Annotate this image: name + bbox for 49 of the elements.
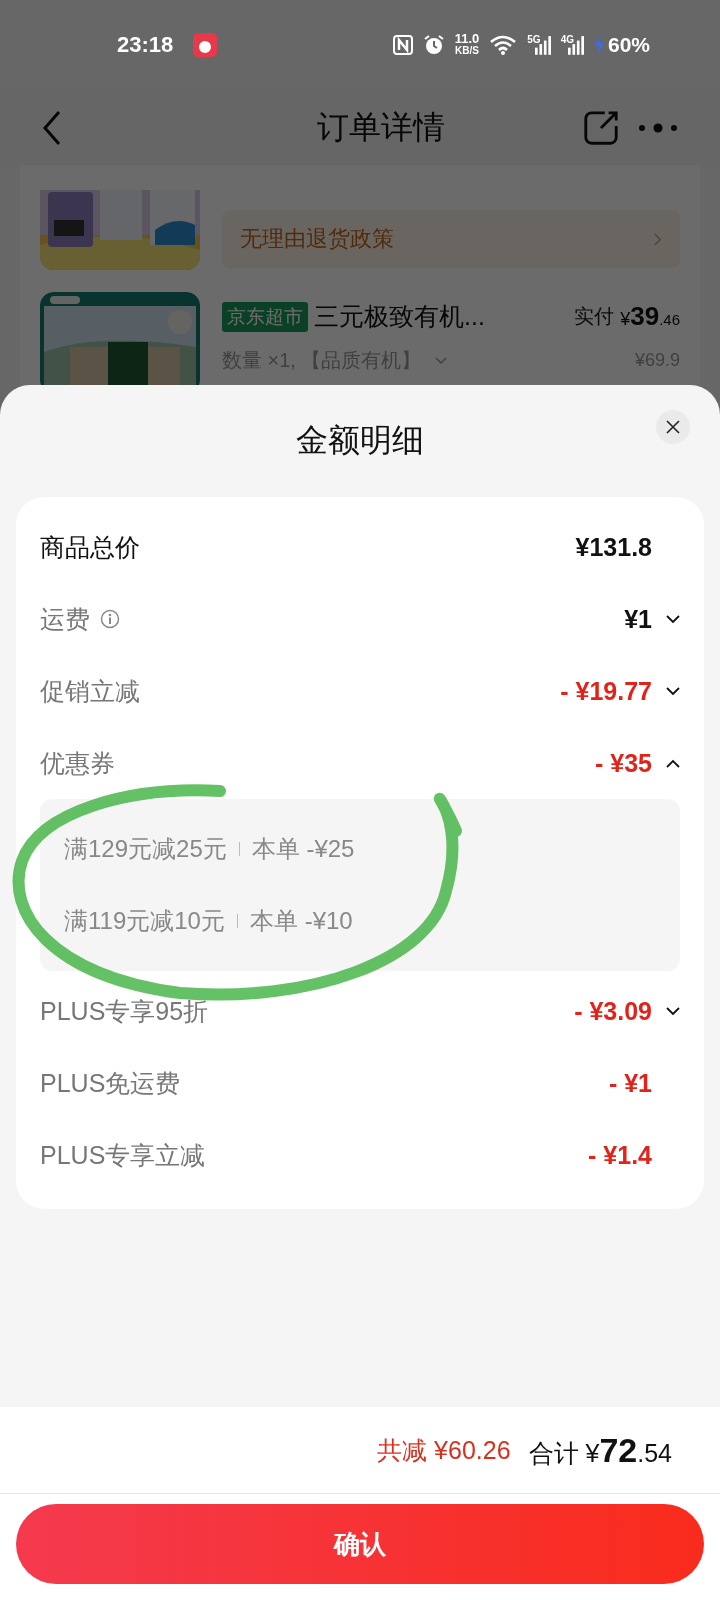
- amount-label: 优惠券: [40, 747, 115, 779]
- network-type: 4G: [560, 34, 574, 45]
- product-name[interactable]: 三元极致有机...: [314, 300, 569, 333]
- speed-unit: KB/S: [455, 45, 479, 57]
- caret-down-icon[interactable]: [666, 686, 680, 696]
- battery-level: 60%: [607, 33, 650, 57]
- app-notification-icon: [193, 33, 218, 57]
- close-button[interactable]: [656, 410, 690, 444]
- order-total: 合计 ¥72.54: [528, 1430, 672, 1470]
- amount-label: PLUS专享立减: [40, 1139, 206, 1171]
- chevron-right-icon: [653, 231, 662, 247]
- caret-down-icon[interactable]: [666, 1006, 680, 1016]
- caret-down-icon[interactable]: [666, 614, 680, 624]
- total-savings: 共减 ¥60.26: [377, 1434, 511, 1466]
- alarm-icon: [422, 34, 445, 56]
- page-title: 订单详情: [317, 107, 445, 147]
- network-speed: 11.0: [454, 33, 480, 45]
- paid-price: ¥39.46: [620, 301, 680, 332]
- paid-label: 实付: [574, 304, 615, 329]
- amount-label: PLUS专享95折: [40, 995, 209, 1027]
- clock-text: 23:18: [117, 32, 174, 58]
- amount-value: ¥1: [624, 604, 652, 634]
- amount-value: - ¥19.77: [560, 676, 652, 706]
- amount-label: 促销立减: [40, 675, 140, 707]
- coupon-condition: 满119元减10元: [64, 906, 225, 936]
- close-icon: [666, 420, 680, 434]
- wifi-icon: [489, 34, 518, 56]
- amount-value: - ¥35: [595, 748, 652, 778]
- network-type: 5G: [527, 34, 541, 45]
- more-icon[interactable]: [638, 122, 678, 133]
- confirm-button[interactable]: 确认: [16, 1504, 704, 1584]
- return-policy-bar[interactable]: 无理由退货政策: [222, 210, 680, 268]
- amount-value: ¥131.8: [575, 532, 652, 562]
- back-icon[interactable]: [42, 109, 62, 146]
- amount-label: PLUS免运费: [40, 1067, 181, 1099]
- amount-value: - ¥1.4: [588, 1140, 652, 1170]
- info-icon[interactable]: [100, 609, 120, 629]
- amount-value: - ¥1: [608, 1068, 652, 1098]
- amount-value: - ¥3.09: [574, 996, 652, 1026]
- amount-label: 运费: [40, 603, 90, 635]
- caret-up-icon[interactable]: [666, 758, 680, 768]
- amount-label: 商品总价: [40, 531, 140, 563]
- store-tag: 京东超市: [222, 301, 308, 332]
- sheet-title: 金额明细: [296, 421, 424, 460]
- share-icon[interactable]: [582, 108, 620, 147]
- nfc-icon: [392, 35, 413, 55]
- coupon-amount: 本单 -¥10: [249, 906, 353, 936]
- coupon-amount: 本单 -¥25: [251, 834, 355, 864]
- coupon-condition: 满129元减25元: [64, 834, 227, 864]
